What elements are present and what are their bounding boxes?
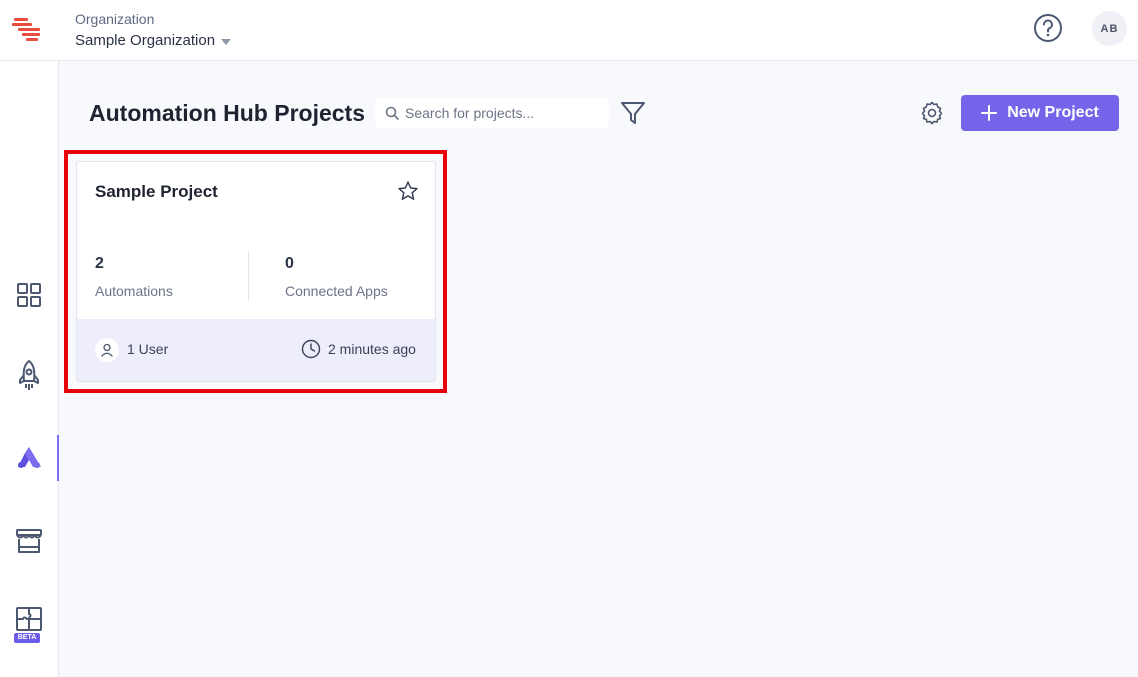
- gear-icon[interactable]: [920, 101, 944, 125]
- star-icon[interactable]: [397, 180, 419, 202]
- organization-name: Sample Organization: [75, 32, 216, 49]
- project-title: Sample Project: [95, 182, 218, 201]
- stat-connected-apps: 0 Connected Apps: [285, 255, 388, 299]
- grid-icon: [17, 283, 41, 307]
- puzzle-icon: [16, 607, 42, 631]
- sidebar-item-automation-hub[interactable]: [0, 435, 59, 481]
- organization-dropdown[interactable]: Sample Organization: [75, 31, 232, 51]
- sidebar-item-dashboard[interactable]: [0, 272, 58, 318]
- main-content: Automation Hub Projects New Project Samp…: [59, 61, 1138, 677]
- connected-apps-count: 0: [285, 255, 294, 272]
- logo-icon[interactable]: [12, 16, 42, 42]
- page-title: Automation Hub Projects: [89, 100, 366, 126]
- stat-automations: 2 Automations: [95, 255, 173, 299]
- new-project-button[interactable]: New Project: [961, 95, 1119, 131]
- caret-down-icon: [221, 39, 232, 45]
- sidebar-item-marketplace[interactable]: [0, 518, 58, 564]
- project-card[interactable]: Sample Project 2 Automations 0 Connected…: [76, 161, 436, 382]
- top-bar: Organization Sample Organization AB: [0, 0, 1138, 61]
- new-project-label: New Project: [1007, 104, 1099, 121]
- automations-count: 2: [95, 255, 104, 272]
- sidebar: BETA: [0, 61, 59, 677]
- search-input[interactable]: [405, 105, 595, 121]
- user-icon: [95, 338, 119, 362]
- user-count: 1 User: [127, 341, 169, 357]
- organization-label: Organization: [75, 11, 155, 27]
- filter-icon[interactable]: [619, 99, 647, 127]
- automations-label: Automations: [95, 283, 173, 299]
- user-avatar[interactable]: AB: [1092, 11, 1127, 46]
- search-box[interactable]: [375, 98, 609, 128]
- rocket-icon: [19, 360, 39, 390]
- help-icon[interactable]: [1033, 13, 1063, 43]
- sidebar-item-deploy[interactable]: [0, 353, 58, 399]
- organization-selector[interactable]: Organization Sample Organization: [75, 11, 232, 51]
- card-footer: 1 User 2 minutes ago: [77, 319, 435, 381]
- clock-icon: [301, 339, 321, 359]
- last-updated: 2 minutes ago: [328, 341, 416, 357]
- search-icon: [385, 106, 399, 120]
- automation-hub-icon: [18, 447, 41, 468]
- beta-badge: BETA: [14, 633, 40, 643]
- store-icon: [16, 529, 42, 553]
- stat-divider: [248, 252, 249, 300]
- plus-icon: [981, 105, 998, 121]
- connected-apps-label: Connected Apps: [285, 283, 388, 299]
